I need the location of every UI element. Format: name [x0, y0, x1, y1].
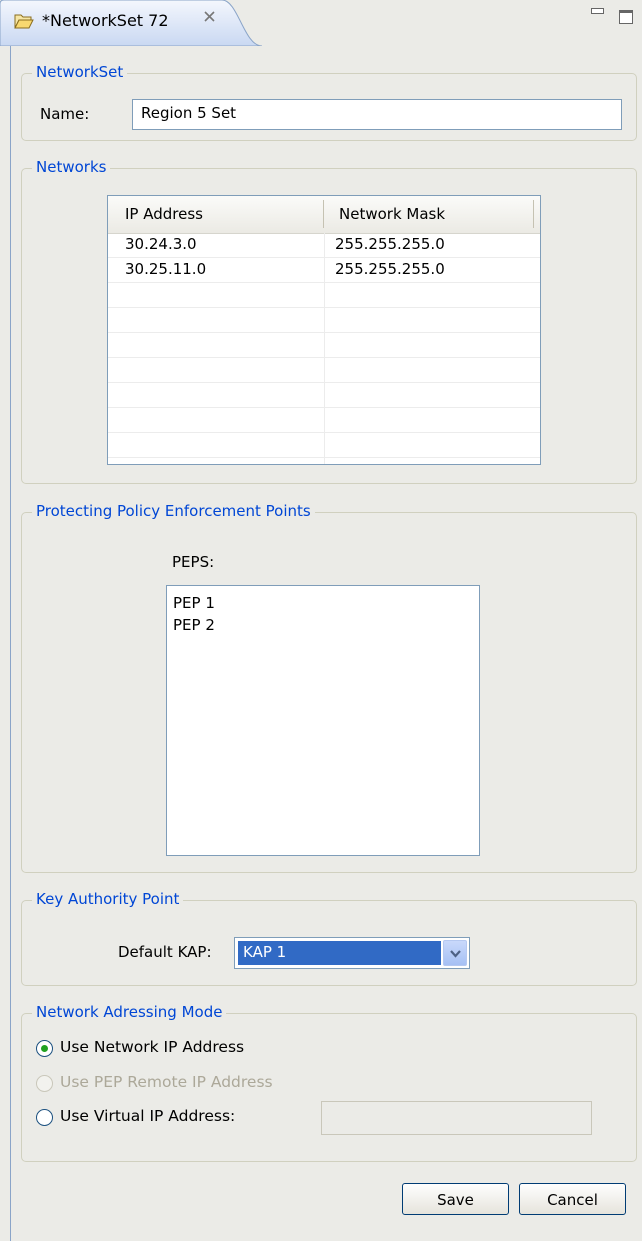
networks-table[interactable]: IP Address Network Mask 30.24.3.0 255.25…: [107, 195, 541, 465]
name-input[interactable]: Region 5 Set: [132, 99, 622, 130]
table-row-empty[interactable]: [108, 408, 540, 433]
table-row[interactable]: 30.24.3.0 255.255.255.0: [108, 233, 540, 258]
column-header-ip[interactable]: IP Address: [125, 205, 203, 223]
peps-legend: Protecting Policy Enforcement Points: [32, 502, 315, 520]
default-kap-select[interactable]: KAP 1: [234, 937, 470, 969]
table-row-empty[interactable]: [108, 283, 540, 308]
addressing-mode-legend: Network Adressing Mode: [32, 1003, 227, 1021]
minimize-icon[interactable]: [591, 8, 604, 14]
table-row-empty[interactable]: [108, 333, 540, 358]
radio-virtual-ip[interactable]: [36, 1109, 53, 1126]
radio-network-ip-label[interactable]: Use Network IP Address: [60, 1038, 244, 1056]
cell-mask: 255.255.255.0: [335, 235, 445, 253]
table-row[interactable]: 30.25.11.0 255.255.255.0: [108, 258, 540, 283]
kap-legend: Key Authority Point: [32, 890, 184, 908]
tab-title: *NetworkSet 72: [42, 11, 169, 30]
table-row-empty[interactable]: [108, 358, 540, 383]
chevron-down-icon: [450, 950, 461, 958]
cell-ip: 30.25.11.0: [125, 260, 207, 278]
radio-pep-remote-ip-label: Use PEP Remote IP Address: [60, 1073, 273, 1091]
radio-pep-remote-ip: [36, 1075, 53, 1092]
table-row-empty[interactable]: [108, 383, 540, 408]
default-kap-value: KAP 1: [238, 941, 441, 965]
radio-virtual-ip-label[interactable]: Use Virtual IP Address:: [60, 1107, 235, 1125]
column-divider[interactable]: [323, 200, 324, 228]
list-item[interactable]: PEP 1: [173, 594, 215, 612]
table-row-empty[interactable]: [108, 308, 540, 333]
maximize-icon[interactable]: [619, 10, 633, 24]
default-kap-label: Default KAP:: [118, 943, 212, 961]
networks-legend: Networks: [32, 158, 111, 176]
cell-mask: 255.255.255.0: [335, 260, 445, 278]
cell-ip: 30.24.3.0: [125, 235, 197, 253]
radio-network-ip[interactable]: [36, 1040, 53, 1057]
save-button[interactable]: Save: [402, 1183, 509, 1215]
cancel-button[interactable]: Cancel: [519, 1183, 626, 1215]
peps-label: PEPS:: [172, 553, 215, 571]
tab-networkset[interactable]: *NetworkSet 72: [0, 0, 262, 46]
editor-tab-strip: *NetworkSet 72: [0, 0, 642, 46]
column-divider[interactable]: [533, 200, 534, 228]
table-row-empty[interactable]: [108, 433, 540, 458]
folder-open-icon: [14, 13, 34, 29]
name-label: Name:: [40, 105, 90, 123]
virtual-ip-input[interactable]: [321, 1101, 592, 1135]
dropdown-button[interactable]: [443, 940, 467, 966]
peps-list[interactable]: PEP 1 PEP 2: [166, 585, 480, 856]
table-header: IP Address Network Mask: [108, 196, 540, 234]
column-header-mask[interactable]: Network Mask: [339, 205, 445, 223]
list-item[interactable]: PEP 2: [173, 616, 215, 634]
networkset-legend: NetworkSet: [32, 63, 128, 81]
